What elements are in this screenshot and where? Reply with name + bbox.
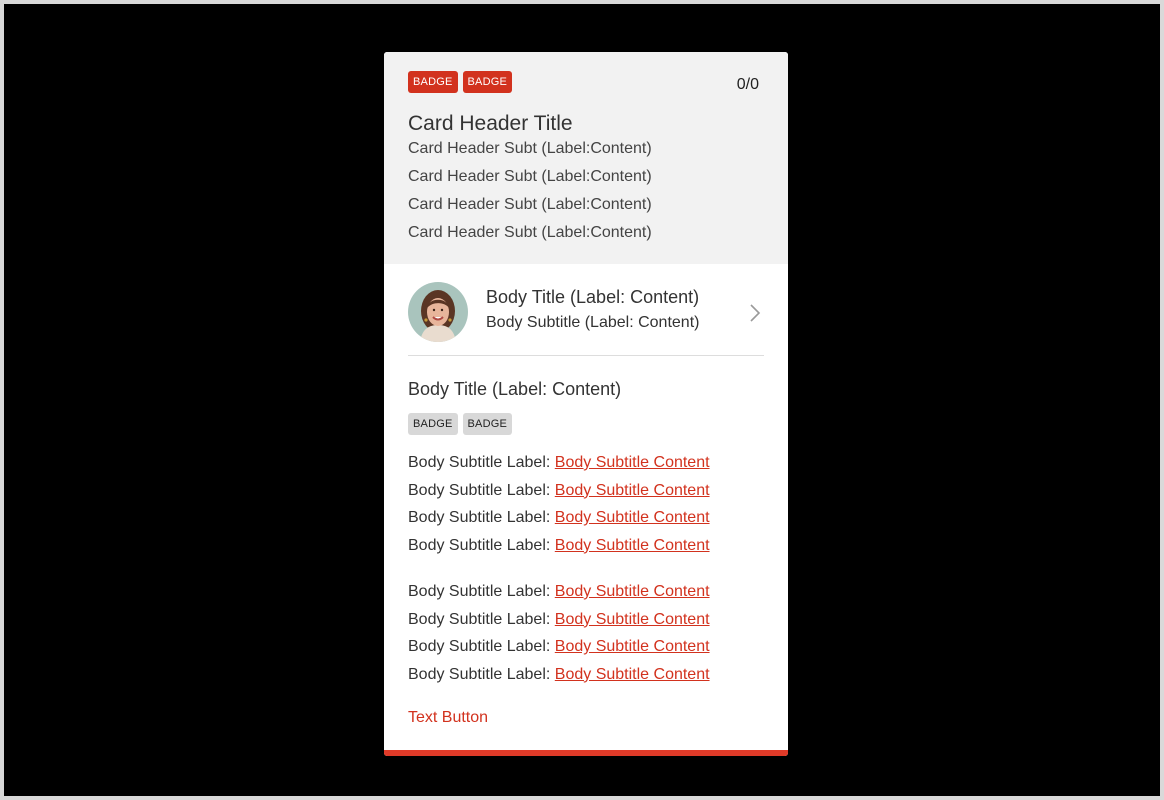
card-header-title: Card Header Title — [408, 112, 573, 135]
detail-label: Body Subtitle Label: — [408, 481, 551, 499]
detail-row: Body Subtitle Label: Body Subtitle Conte… — [408, 665, 710, 693]
header-badges: BADGE BADGE — [408, 71, 513, 93]
detail-label: Body Subtitle Label: — [408, 665, 551, 683]
detail-link[interactable]: Body Subtitle Content — [555, 583, 710, 600]
card-header-subtitle: Card Header Subt (Label:Content) — [408, 224, 652, 241]
detail-row: Body Subtitle Label: Body Subtitle Conte… — [408, 610, 710, 638]
card-header: BADGE BADGE 0/0 Card Header Title Card H… — [384, 52, 788, 264]
text-button[interactable]: Text Button — [408, 709, 488, 727]
person-title: Body Title (Label: Content) — [486, 287, 700, 307]
detail-label: Body Subtitle Label: — [408, 454, 551, 471]
detail-row: Body Subtitle Label: Body Subtitle Conte… — [408, 481, 710, 509]
header-badge: BADGE — [462, 71, 513, 93]
detail-label: Body Subtitle Label: — [408, 509, 551, 527]
card-header-subtitle: Card Header Subt (Label:Content) — [408, 196, 652, 213]
screen-frame: BADGE BADGE 0/0 Card Header Title Card H… — [0, 0, 1164, 800]
detail-label: Body Subtitle Label: — [408, 610, 551, 628]
detail-link[interactable]: Body Subtitle Content — [555, 666, 710, 683]
detail-link[interactable]: Body Subtitle Content — [555, 611, 710, 628]
detail-link[interactable]: Body Subtitle Content — [555, 509, 710, 526]
card-header-subtitle: Card Header Subt (Label:Content) — [408, 168, 652, 185]
item-counter: 0/0 — [736, 76, 759, 93]
body-badge: BADGE — [408, 413, 458, 435]
person-list-item[interactable]: Body Title (Label: Content) Body Subtitl… — [408, 282, 764, 356]
avatar — [408, 282, 468, 342]
detail-label: Body Subtitle Label: — [408, 583, 551, 600]
detail-group-1: Body Subtitle Label: Body Subtitle Conte… — [408, 453, 710, 563]
person-subtitle: Body Subtitle (Label: Content) — [486, 314, 700, 331]
detail-label: Body Subtitle Label: — [408, 536, 551, 554]
body-title: Body Title (Label: Content) — [408, 379, 622, 399]
detail-link[interactable]: Body Subtitle Content — [555, 638, 710, 655]
card-header-subtitles: Card Header Subt (Label:Content) Card He… — [408, 139, 652, 251]
detail-link[interactable]: Body Subtitle Content — [555, 537, 710, 554]
detail-row: Body Subtitle Label: Body Subtitle Conte… — [408, 582, 710, 610]
detail-link[interactable]: Body Subtitle Content — [555, 482, 710, 499]
detail-row: Body Subtitle Label: Body Subtitle Conte… — [408, 453, 710, 481]
card-accent-bar — [384, 750, 788, 756]
detail-row: Body Subtitle Label: Body Subtitle Conte… — [408, 637, 710, 665]
header-badge: BADGE — [408, 71, 458, 93]
detail-group-2: Body Subtitle Label: Body Subtitle Conte… — [408, 582, 710, 692]
detail-row: Body Subtitle Label: Body Subtitle Conte… — [408, 536, 710, 564]
card: BADGE BADGE 0/0 Card Header Title Card H… — [384, 52, 788, 756]
body-badges: BADGE BADGE — [408, 413, 513, 435]
detail-link[interactable]: Body Subtitle Content — [555, 454, 710, 471]
detail-label: Body Subtitle Label: — [408, 638, 551, 656]
chevron-right-icon[interactable] — [746, 302, 764, 324]
detail-row: Body Subtitle Label: Body Subtitle Conte… — [408, 508, 710, 536]
card-header-subtitle: Card Header Subt (Label:Content) — [408, 140, 652, 157]
body-badge: BADGE — [462, 413, 513, 435]
